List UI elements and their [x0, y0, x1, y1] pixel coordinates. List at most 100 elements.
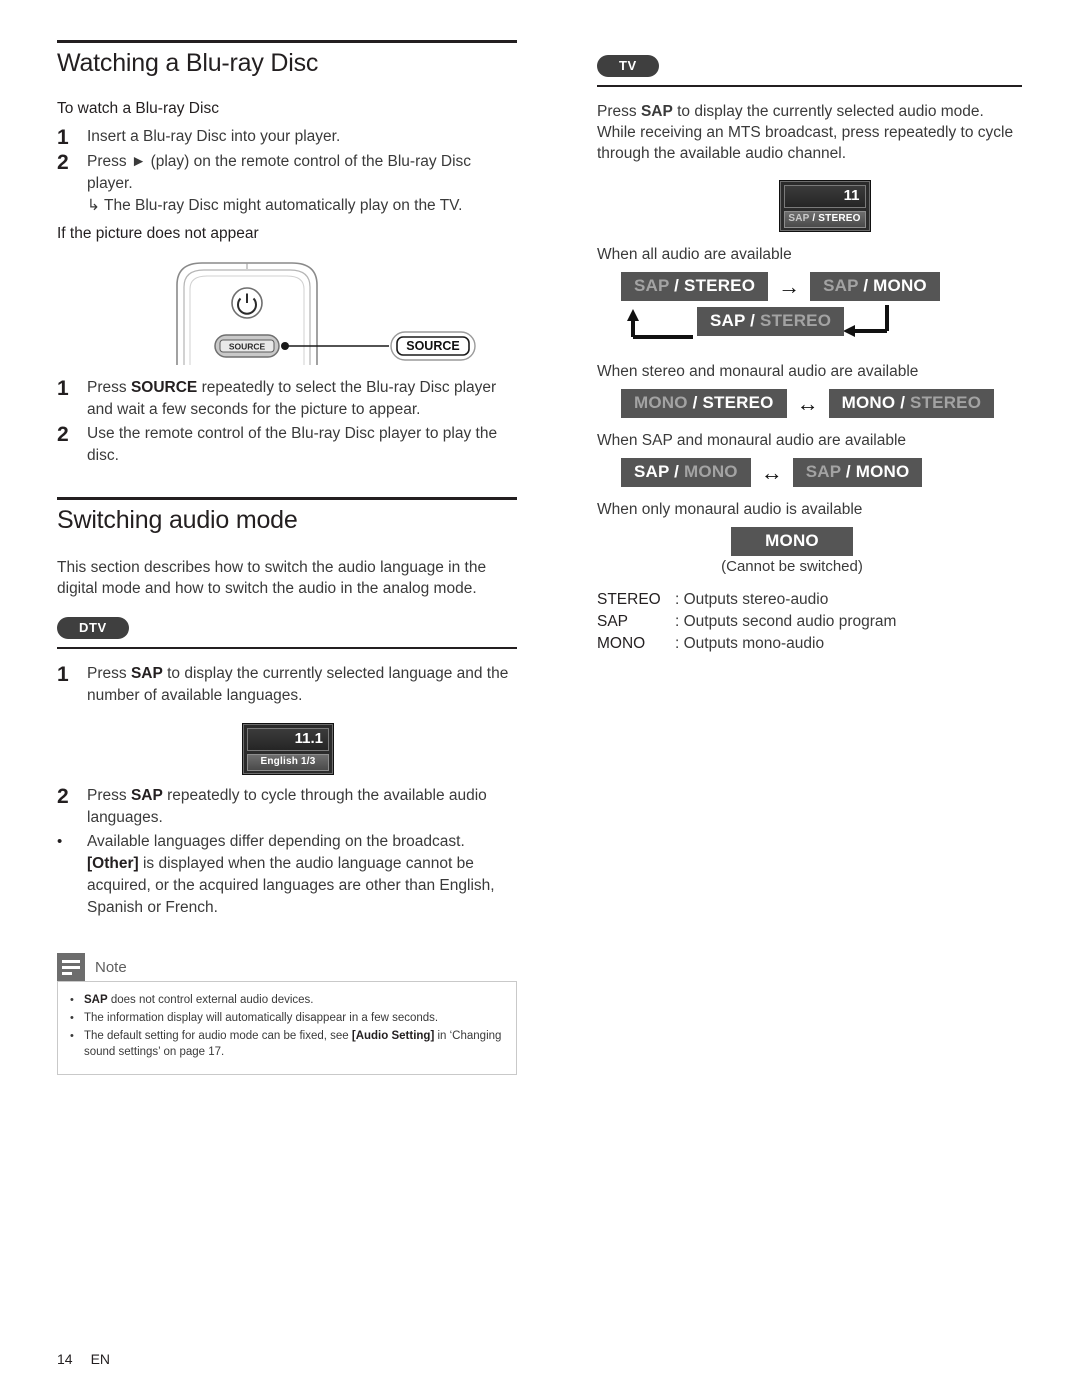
audio-badge-left: MONO [841, 393, 896, 412]
tv-intro-prefix: Press [597, 103, 641, 120]
audio-cycle-sap-mono: SAP / MONO ↔ SAP / MONO [597, 458, 1022, 487]
osd-display-tv: 11 SAP / STEREO [778, 180, 871, 232]
note-list-item: • The information display will automatic… [70, 1010, 504, 1026]
subsection-heading-to-watch: To watch a Blu-ray Disc [57, 100, 219, 117]
note-item-text: does not control external audio devices. [107, 994, 314, 1006]
arrow-right-icon: → [778, 273, 801, 299]
step-text: Use the remote control of the Blu-ray Di… [87, 425, 498, 464]
note-bullet: • [70, 1012, 74, 1024]
step-text-group: Press SAP to display the currently selec… [87, 663, 517, 707]
audio-cycle-all: SAP / STEREO → SAP / MONO SAP / STEREO [597, 272, 1022, 349]
mono-cannot-switch-note: (Cannot be switched) [721, 558, 863, 575]
osd-display-dtv: 11.1 English 1/3 [242, 723, 334, 775]
legend-definition: : Outputs stereo-audio [675, 591, 829, 608]
remote-diagram-svg: SOURCE SOURCE [176, 262, 476, 365]
step-item: 1 Press SAP to display the currently sel… [57, 663, 517, 707]
step-text-emphasis: SAP [130, 787, 163, 804]
audio-badge-right: MONO [855, 462, 910, 481]
audio-badge-left: SAP [634, 276, 670, 295]
osd-status-dim: SAP [788, 213, 810, 224]
note-bullet: • [70, 994, 74, 1006]
arrow-bidirectional-icon: ↔ [796, 390, 819, 416]
osd-channel-number: 11 [783, 185, 866, 208]
tv-pill-container: TV [597, 55, 1022, 87]
bullet-text-suffix: is displayed when the audio language can… [87, 855, 495, 916]
bullet-marker: • [57, 833, 63, 850]
audio-cycle-stereo-mono: MONO / STEREO ↔ MONO / STEREO [597, 389, 1022, 418]
footer-page-number: 14 [57, 1351, 73, 1367]
audio-badge-right: MONO [684, 462, 738, 481]
bullet-text-group: Available languages differ depending on … [87, 831, 517, 919]
step-item: 2 Press SAP repeatedly to cycle through … [57, 785, 517, 829]
remote-illustration: SOURCE SOURCE [57, 255, 517, 365]
osd-status-text: SAP / STEREO [783, 211, 866, 228]
step-number: 1 [57, 126, 69, 149]
audio-badge-left: SAP [805, 462, 841, 481]
step-text-prefix: Press [87, 379, 131, 396]
mono-only-container: MONO (Cannot be switched) [597, 527, 987, 575]
note-item-text-group: The default setting for audio mode can b… [84, 1028, 504, 1060]
audio-badge-left: SAP [710, 311, 746, 330]
step-number: 2 [57, 423, 69, 446]
note-body: • SAP does not control external audio de… [57, 981, 517, 1075]
audio-section-title: Switching audio mode [57, 506, 298, 534]
note-item-text: The information display will automatical… [84, 1012, 439, 1024]
dtv-osd-container: 11.1 English 1/3 [57, 723, 517, 775]
note-item-emphasis: [Audio Setting] [351, 1030, 435, 1042]
note-item-text: The default setting for audio mode can b… [84, 1030, 352, 1042]
audio-badge-right: MONO [873, 276, 927, 295]
tv-intro-text-group: Press SAP to display the currently selec… [597, 101, 1022, 164]
callout-source-button-label: SOURCE [406, 339, 459, 353]
bullet-text-emphasis: [Other] [87, 855, 139, 872]
audio-badge-right: STEREO [684, 276, 756, 295]
step-number: 1 [57, 377, 69, 400]
note-lines-icon [57, 953, 85, 981]
step-text-emphasis: SOURCE [130, 379, 198, 396]
legend-row: STEREO : Outputs stereo-audio [597, 589, 1022, 611]
note-item-emphasis: SAP [84, 994, 108, 1006]
legend-term: STEREO [597, 591, 661, 608]
step-number: 2 [57, 151, 69, 174]
pill-divider [597, 85, 1022, 87]
caption-stereo-mono: When stereo and monaural audio are avail… [597, 363, 919, 380]
subsection-heading-no-picture: If the picture does not appear [57, 225, 259, 242]
audio-badge: SAP / MONO [792, 458, 923, 487]
manual-page: Watching a Blu-ray Disc To watch a Blu-r… [0, 0, 1080, 1397]
tv-osd-container: 11 SAP / STEREO [597, 180, 1022, 232]
osd-channel-number: 11.1 [247, 728, 329, 751]
step-item: 1 Insert a Blu-ray Disc into your player… [57, 126, 517, 149]
page-footer: 14 EN [57, 1351, 110, 1367]
step-item: 1 Press SOURCE repeatedly to select the … [57, 377, 517, 421]
audio-badge: SAP / STEREO [697, 307, 845, 336]
step-text-prefix: Press [87, 787, 131, 804]
legend-term: SAP [597, 613, 629, 630]
remote-source-button-label: SOURCE [229, 342, 266, 352]
pill-divider [57, 647, 517, 649]
caption-mono-only: When only monaural audio is available [597, 501, 863, 518]
audio-badge-right: STEREO [910, 393, 982, 412]
page-title: Watching a Blu-ray Disc [57, 49, 319, 77]
section-rule [57, 40, 517, 43]
audio-intro-text: This section describes how to switch the… [57, 559, 487, 597]
audio-badge: SAP / STEREO [621, 272, 769, 301]
note-list-item: • The default setting for audio mode can… [70, 1028, 504, 1060]
legend-definition: : Outputs mono-audio [675, 635, 825, 652]
legend-term: MONO [597, 635, 646, 652]
audio-badge-right: STEREO [760, 311, 832, 330]
step-text-emphasis: SAP [130, 665, 163, 682]
step-item: 2 Press ► (play) on the remote control o… [57, 151, 517, 217]
audio-badge: MONO / STEREO [621, 389, 787, 418]
note-box: Note • SAP does not control external aud… [57, 953, 517, 1075]
step-item: 2 Use the remote control of the Blu-ray … [57, 423, 517, 467]
step-text-group: Press ► (play) on the remote control of … [87, 151, 517, 217]
audio-badge-mono: MONO [731, 527, 853, 556]
step-text-prefix: Press [87, 665, 131, 682]
audio-badge-left: MONO [634, 393, 688, 412]
audio-badge-label: MONO [765, 531, 819, 550]
section-rule [57, 497, 517, 500]
bullet-text-prefix: Available languages differ depending on … [87, 833, 465, 850]
mode-badge-tv: TV [597, 55, 659, 77]
osd-status-text: English 1/3 [247, 754, 329, 771]
audio-badge-right: STEREO [702, 393, 774, 412]
dtv-pill-container: DTV [57, 617, 517, 649]
